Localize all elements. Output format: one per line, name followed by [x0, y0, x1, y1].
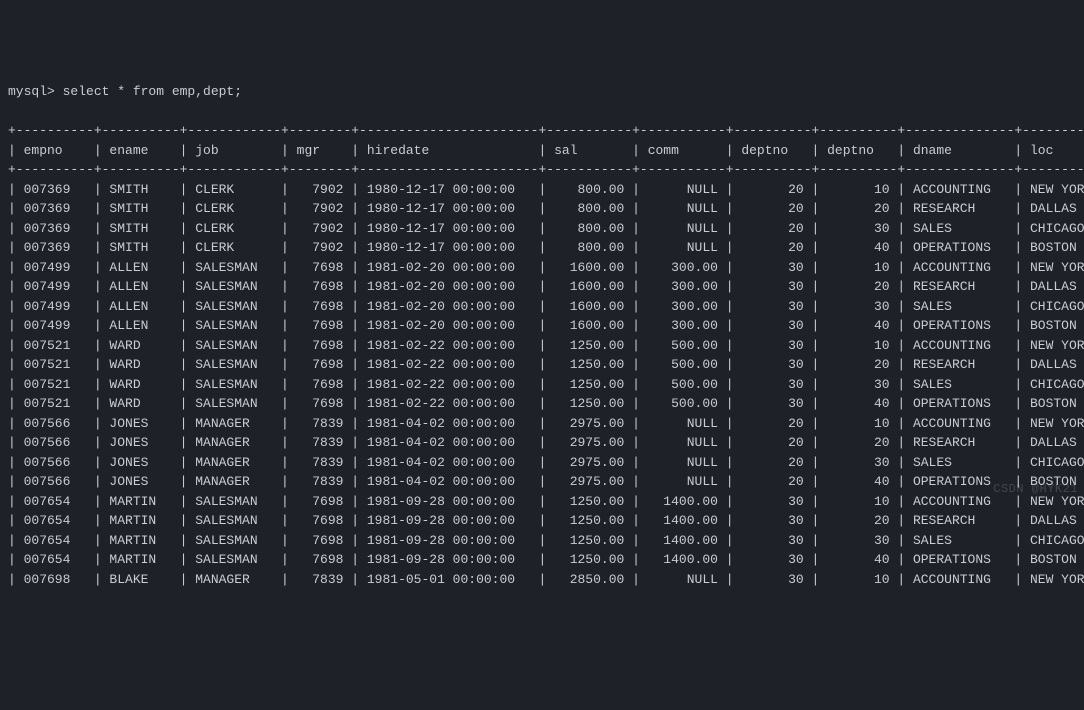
- query-result-table: +----------+----------+------------+----…: [8, 121, 1076, 589]
- table-header-row: | empno | ename | job | mgr | hiredate |…: [8, 141, 1076, 161]
- table-row: | 007499 | ALLEN | SALESMAN | 7698 | 198…: [8, 277, 1076, 297]
- table-row: | 007566 | JONES | MANAGER | 7839 | 1981…: [8, 472, 1076, 492]
- table-row: | 007369 | SMITH | CLERK | 7902 | 1980-1…: [8, 238, 1076, 258]
- watermark-text: CSDN @HYK21: [993, 480, 1078, 498]
- table-row: | 007566 | JONES | MANAGER | 7839 | 1981…: [8, 453, 1076, 473]
- table-separator: +----------+----------+------------+----…: [8, 121, 1076, 141]
- table-row: | 007369 | SMITH | CLERK | 7902 | 1980-1…: [8, 180, 1076, 200]
- table-row: | 007369 | SMITH | CLERK | 7902 | 1980-1…: [8, 199, 1076, 219]
- table-row: | 007566 | JONES | MANAGER | 7839 | 1981…: [8, 414, 1076, 434]
- table-separator: +----------+----------+------------+----…: [8, 160, 1076, 180]
- table-row: | 007654 | MARTIN | SALESMAN | 7698 | 19…: [8, 511, 1076, 531]
- table-row: | 007499 | ALLEN | SALESMAN | 7698 | 198…: [8, 258, 1076, 278]
- table-row: | 007654 | MARTIN | SALESMAN | 7698 | 19…: [8, 531, 1076, 551]
- table-row: | 007521 | WARD | SALESMAN | 7698 | 1981…: [8, 355, 1076, 375]
- table-row: | 007698 | BLAKE | MANAGER | 7839 | 1981…: [8, 570, 1076, 590]
- table-row: | 007654 | MARTIN | SALESMAN | 7698 | 19…: [8, 550, 1076, 570]
- table-row: | 007654 | MARTIN | SALESMAN | 7698 | 19…: [8, 492, 1076, 512]
- table-row: | 007521 | WARD | SALESMAN | 7698 | 1981…: [8, 394, 1076, 414]
- table-row: | 007521 | WARD | SALESMAN | 7698 | 1981…: [8, 336, 1076, 356]
- table-row: | 007369 | SMITH | CLERK | 7902 | 1980-1…: [8, 219, 1076, 239]
- table-row: | 007499 | ALLEN | SALESMAN | 7698 | 198…: [8, 316, 1076, 336]
- table-row: | 007499 | ALLEN | SALESMAN | 7698 | 198…: [8, 297, 1076, 317]
- sql-prompt-line: mysql> select * from emp,dept;: [8, 82, 1076, 102]
- table-row: | 007566 | JONES | MANAGER | 7839 | 1981…: [8, 433, 1076, 453]
- table-row: | 007521 | WARD | SALESMAN | 7698 | 1981…: [8, 375, 1076, 395]
